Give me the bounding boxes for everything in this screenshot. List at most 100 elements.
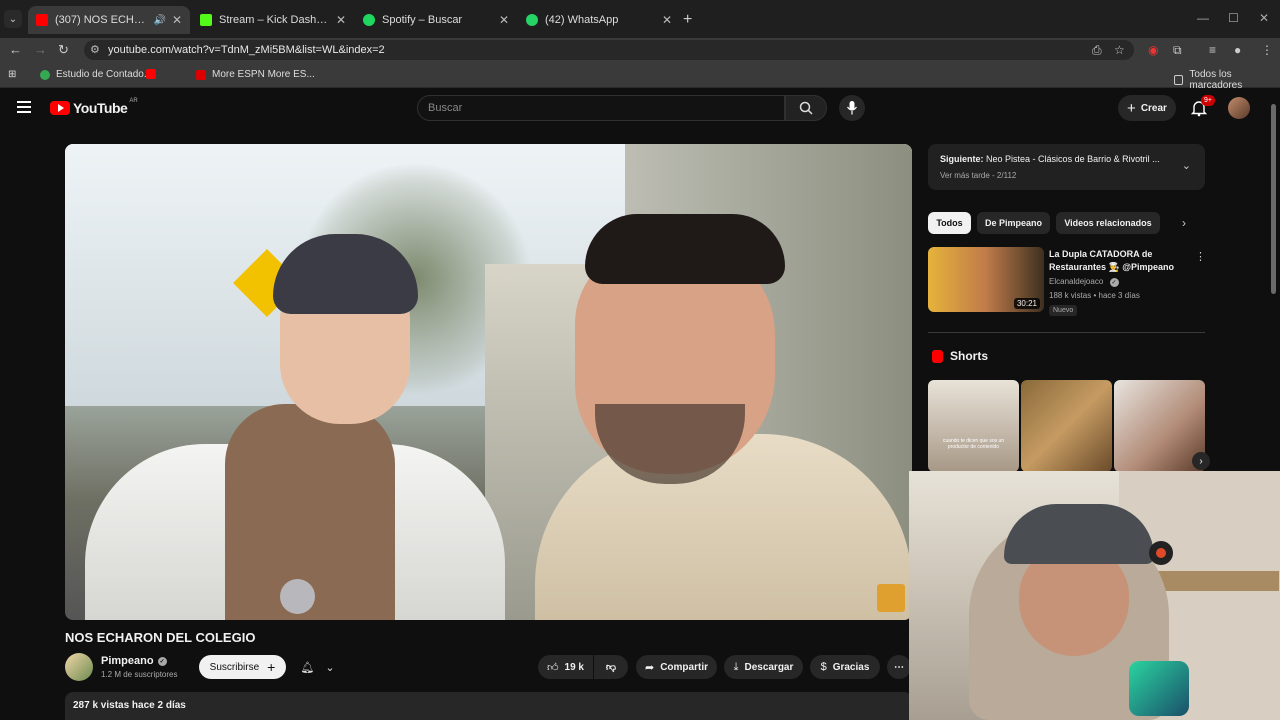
back-icon[interactable]: ← [9,42,22,57]
chip-all[interactable]: Todos [928,212,971,234]
channel-name[interactable]: Pimpeano ✓ [101,655,167,667]
reading-list-icon[interactable]: ≡ [1209,43,1216,57]
shorts-icon [932,350,943,363]
extensions-icon[interactable]: ⧉ [1173,43,1182,58]
thanks-button[interactable]: $ Gracias [810,655,880,679]
playlist-next: Siguiente: Neo Pistea - Clásicos de Barr… [940,154,1160,164]
bell-icon: 🔔︎ [300,661,315,674]
playlist-panel[interactable]: Siguiente: Neo Pistea - Clásicos de Barr… [928,144,1205,190]
apps-grid-icon[interactable]: ⊞ [8,69,16,80]
notification-settings-button[interactable]: 🔔︎ ⌄ [295,655,340,679]
recommended-channel[interactable]: Elcanaldejoaco ✓ [1049,277,1119,287]
dislike-button[interactable]: 👎︎ [594,655,628,679]
share-button[interactable]: ➦ Compartir [636,655,717,679]
close-icon[interactable]: ✕ [172,13,182,27]
tab-search-button[interactable]: ⌄ [4,10,22,28]
close-icon[interactable]: ✕ [499,13,509,27]
video-frame-person-left [85,234,505,620]
bookmarks-bar: ⊞ Estudio de Contado... More ESPN More E… [0,62,1280,91]
like-count: 19 k [564,661,584,673]
bookmark-star-icon[interactable]: ☆ [1114,43,1125,57]
chevron-right-icon[interactable]: › [1192,452,1210,470]
playlist-subtitle: Ver más tarde - 2/112 [940,171,1017,180]
url-text[interactable]: youtube.com/watch?v=TdnM_zMi5BM&list=WL&… [108,44,385,56]
download-button[interactable]: ⤓ Descargar [724,655,803,679]
all-bookmarks-label: Todos los marcadores [1189,69,1243,91]
install-app-icon[interactable]: ⎙ [1092,43,1102,58]
whatsapp-favicon-icon [526,14,538,26]
extension-record-icon[interactable]: ◉ [1148,43,1158,57]
all-bookmarks[interactable]: Todos los marcadores [1174,69,1280,91]
super-thanks-icon: $ [820,661,827,673]
account-avatar[interactable] [1228,97,1250,119]
speaker-icon[interactable]: 🔊 [153,15,165,26]
webcam-overlay [909,471,1280,720]
profile-icon[interactable]: ● [1234,43,1241,57]
site-info-icon[interactable]: ⚙ [90,43,100,56]
more-actions-button[interactable]: ⋯ [887,655,911,679]
chevron-down-icon[interactable]: ⌄ [1182,159,1191,172]
maximize-icon[interactable]: ☐ [1228,11,1239,25]
bookmark-youtube[interactable] [146,69,162,79]
chip-related[interactable]: Videos relacionados [1056,212,1160,234]
tab-kick[interactable]: Stream – Kick Dashboard ✕ [192,6,354,34]
menu-icon[interactable]: ⋮ [1261,43,1273,57]
recommended-title[interactable]: La Dupla CATADORA de Restaurantes 👨‍🍳 @P… [1049,248,1189,274]
short-thumbnail[interactable]: cuando te dicen que sos un productor de … [928,380,1019,472]
reload-icon[interactable]: ↻ [58,42,69,58]
create-label: Crear [1140,102,1167,114]
folder-icon [1174,75,1184,85]
tab-title: (307) NOS ECHARON DEL C [55,14,150,26]
tab-youtube[interactable]: (307) NOS ECHARON DEL C 🔊 ✕ [28,6,190,34]
description-box[interactable]: 287 k vistas hace 2 días [65,692,912,720]
youtube-logo[interactable]: YouTube AR [50,98,138,116]
new-tab-icon[interactable]: + [683,11,692,29]
tab-whatsapp[interactable]: (42) WhatsApp ✕ [518,6,680,34]
plus-icon: + [267,659,276,675]
logo-text: YouTube [73,100,128,116]
url-field[interactable]: ⚙ youtube.com/watch?v=TdnM_zMi5BM&list=W… [84,40,1134,60]
recommended-thumbnail[interactable]: 30:21 [928,247,1044,312]
video-frame-person-right [535,214,912,620]
create-button[interactable]: + Crear [1118,95,1176,121]
like-button[interactable]: 👍︎ 19 k [538,655,593,679]
video-player[interactable] [65,144,912,620]
bookmark-label: Estudio de Contado... [56,69,153,80]
channel-name-text[interactable]: Pimpeano [101,655,154,667]
video-title: NOS ECHARON DEL COLEGIO [65,630,256,645]
chevron-right-icon[interactable]: › [1182,216,1186,230]
page-scrollbar[interactable] [1270,90,1278,300]
share-label: Compartir [660,661,708,673]
short-caption: cuando te dicen que sos un productor de … [942,438,1005,450]
search-button[interactable] [785,95,827,121]
bookmark-espn[interactable]: More ESPN More ES... [196,69,315,80]
close-window-icon[interactable]: ✕ [1259,11,1269,25]
minimize-icon[interactable]: — [1197,11,1209,25]
subscribe-button[interactable]: Suscribirse + [199,655,286,679]
rgb-device [1129,661,1189,716]
voice-search-button[interactable] [839,95,865,121]
search-placeholder: Buscar [428,102,463,114]
forward-icon[interactable]: → [34,42,47,57]
notifications-badge: 9+ [1201,95,1215,106]
hamburger-menu-icon[interactable] [17,101,31,113]
country-code: AR [129,98,138,104]
search-icon [799,101,813,115]
search-input[interactable]: Buscar [417,95,785,121]
recommended-stats: 188 k vistas • hace 3 días [1049,291,1140,300]
channel-avatar[interactable] [65,653,93,681]
record-indicator-icon [1149,541,1173,565]
channel-watermark[interactable] [877,584,905,612]
recommended-channel-text[interactable]: Elcanaldejoaco [1049,277,1103,286]
bookmark-estudio[interactable]: Estudio de Contado... [40,69,152,80]
tab-title: Spotify – Buscar [382,14,463,26]
close-icon[interactable]: ✕ [336,13,346,27]
video-meta: 287 k vistas hace 2 días [73,700,186,711]
youtube-favicon-icon [36,14,48,26]
close-icon[interactable]: ✕ [662,13,672,27]
short-thumbnail[interactable] [1021,380,1112,472]
address-toolbar: ← → ↻ ⚙ youtube.com/watch?v=TdnM_zMi5BM&… [0,38,1280,62]
more-vertical-icon[interactable]: ⋮ [1195,250,1206,263]
tab-spotify[interactable]: Spotify – Buscar ✕ [355,6,517,34]
chip-from-channel[interactable]: De Pimpeano [977,212,1050,234]
